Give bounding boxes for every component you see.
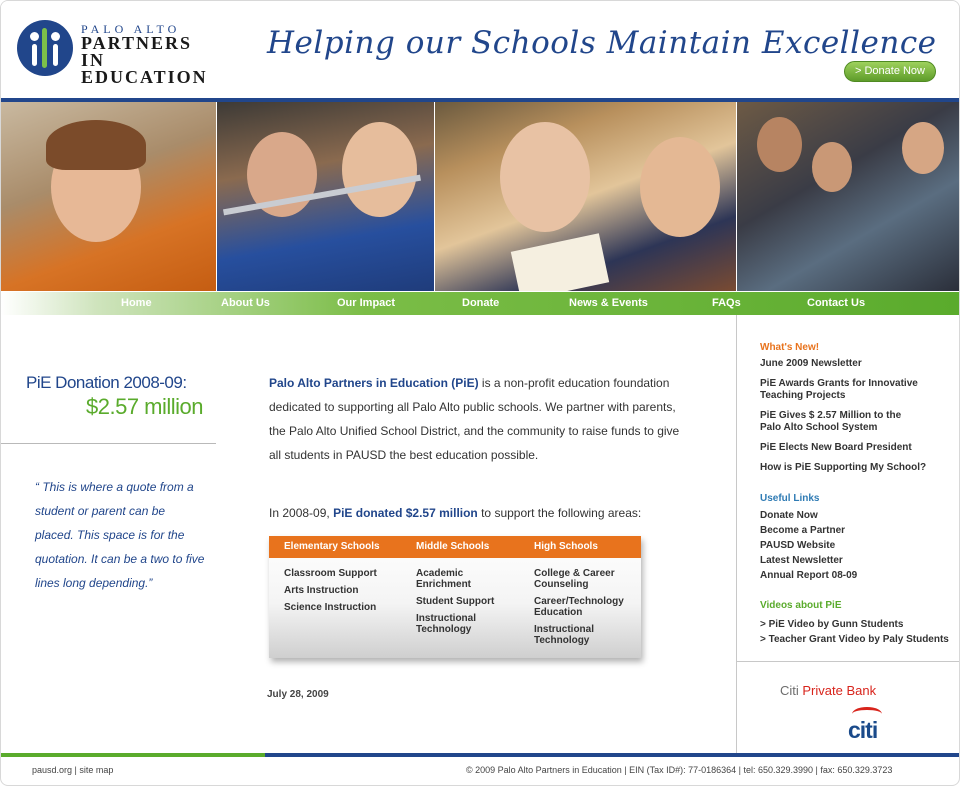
th-middle: Middle Schools (416, 541, 490, 552)
nav-news-events[interactable]: News & Events (569, 292, 648, 315)
sidebar-divider (736, 315, 737, 755)
sponsor-prefix: Citi (780, 683, 803, 698)
donation-label: PiE Donation 2008-09: (26, 373, 187, 392)
nav-donate[interactable]: Donate (462, 292, 499, 315)
summary-highlight: PiE donated $2.57 million (333, 506, 478, 520)
table-cell: Academic Enrichment (416, 568, 472, 590)
news-link[interactable]: How is PiE Supporting My School? (760, 462, 950, 474)
news-link[interactable]: June 2009 Newsletter (760, 358, 950, 370)
sponsor-citi-private-bank[interactable]: Citi Private Bank (780, 683, 876, 698)
table-cell: Instructional Technology (534, 624, 595, 646)
photo-flute-students (217, 102, 434, 291)
table-cell: Classroom Support (284, 568, 377, 579)
post-date: July 28, 2009 (267, 689, 329, 700)
main-nav: Home About Us Our Impact Donate News & E… (1, 292, 959, 315)
left-divider (1, 443, 216, 444)
nav-contact-us[interactable]: Contact Us (807, 292, 865, 315)
high-column: College & Career Counseling Career/Techn… (534, 568, 634, 652)
org-name-link[interactable]: Palo Alto Partners in Education (PiE) (269, 376, 479, 390)
table-cell: Arts Instruction (284, 585, 359, 596)
logo-line2: IN EDUCATION (81, 50, 208, 87)
useful-link[interactable]: Annual Report 08-09 (760, 570, 950, 582)
footer-links[interactable]: pausd.org | site map (32, 765, 113, 775)
footer-bar-blue (265, 753, 959, 757)
photo-lab-students (737, 102, 959, 291)
table-header-row: Elementary Schools Middle Schools High S… (269, 536, 641, 558)
news-link[interactable]: PiE Elects New Board President (760, 442, 950, 454)
table-cell: Career/Technology Education (534, 596, 624, 618)
nav-home[interactable]: Home (121, 292, 152, 315)
useful-link[interactable]: Become a Partner (760, 525, 950, 537)
news-link[interactable]: PiE Gives $ 2.57 Million to the Palo Alt… (760, 410, 920, 434)
logo-wordmark[interactable]: PALO ALTO PARTNERS IN EDUCATION (81, 23, 231, 86)
whats-new-heading: What's New! (760, 342, 820, 353)
photo-teacher-reading (435, 102, 736, 291)
nav-our-impact[interactable]: Our Impact (337, 292, 395, 315)
useful-links-heading: Useful Links (760, 493, 820, 504)
page-frame: PALO ALTO PARTNERS IN EDUCATION Helping … (0, 0, 960, 786)
nav-faqs[interactable]: FAQs (712, 292, 741, 315)
nav-about-us[interactable]: About Us (221, 292, 270, 315)
testimonial-quote: “ This is where a quote from a student o… (35, 480, 205, 590)
useful-link[interactable]: Latest Newsletter (760, 555, 950, 567)
pie-logo-icon[interactable] (17, 20, 73, 76)
sponsor-name: Private Bank (802, 683, 877, 698)
table-cell: Science Instruction (284, 602, 377, 613)
support-areas-table: Elementary Schools Middle Schools High S… (269, 536, 641, 658)
footer-bar-green (1, 753, 265, 757)
site-tagline: Helping our Schools Maintain Excellence (267, 25, 937, 61)
donate-now-button[interactable]: > Donate Now (844, 61, 936, 82)
useful-link[interactable]: PAUSD Website (760, 540, 950, 552)
middle-column: Academic Enrichment Student Support Inst… (416, 568, 521, 641)
news-link[interactable]: PiE Awards Grants for Innovative Teachin… (760, 378, 930, 402)
video-link[interactable]: > PiE Video by Gunn Students (760, 619, 950, 631)
summary-prefix: In 2008-09, (269, 506, 334, 520)
table-cell: Instructional Technology (416, 613, 477, 635)
photo-student-boy (1, 102, 216, 291)
videos-heading: Videos about PiE (760, 600, 842, 611)
elementary-column: Classroom Support Arts Instruction Scien… (284, 568, 409, 619)
useful-link[interactable]: Donate Now (760, 510, 950, 522)
hero-photo-strip (1, 102, 959, 291)
citi-logo[interactable]: citi (848, 717, 878, 744)
table-cell: College & Career Counseling (534, 568, 615, 590)
summary-suffix: to support the following areas: (477, 506, 642, 520)
video-link[interactable]: > Teacher Grant Video by Paly Students (760, 634, 950, 646)
donation-amount: $2.57 million (86, 394, 204, 419)
footer-copyright: © 2009 Palo Alto Partners in Education |… (466, 765, 893, 775)
th-elementary: Elementary Schools (284, 541, 380, 552)
site-header: PALO ALTO PARTNERS IN EDUCATION Helping … (1, 1, 959, 99)
donation-summary: In 2008-09, PiE donated $2.57 million to… (269, 502, 689, 524)
th-high: High Schools (534, 541, 598, 552)
table-cell: Student Support (416, 596, 495, 607)
sponsor-divider (737, 661, 959, 662)
intro-paragraph: Palo Alto Partners in Education (PiE) is… (269, 371, 689, 467)
